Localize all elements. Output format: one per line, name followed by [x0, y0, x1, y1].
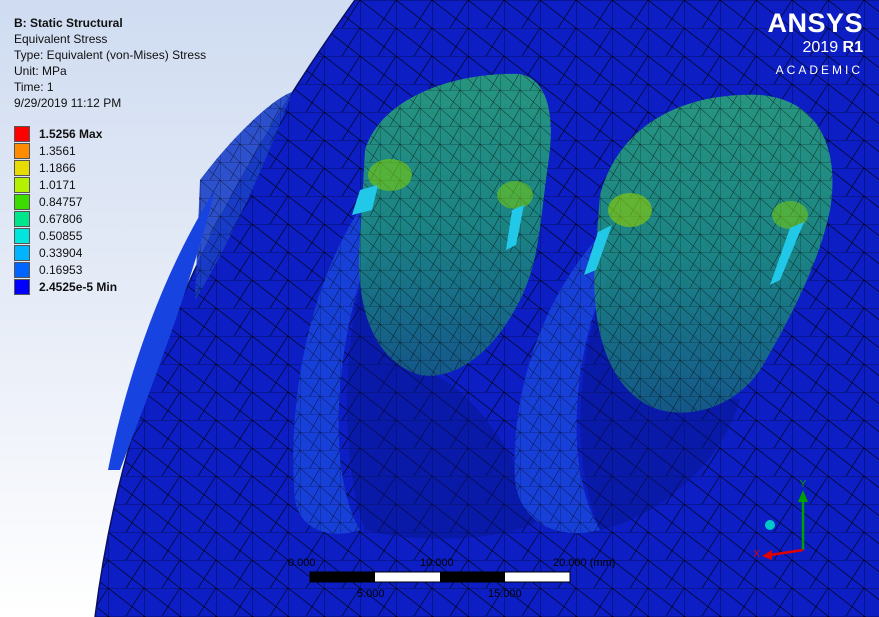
legend-swatch	[14, 126, 30, 142]
legend-label: 1.3561	[39, 144, 76, 158]
ansys-logo: ANSYS 2019 R1 ACADEMIC	[767, 8, 863, 77]
graphics-viewport[interactable]: B: Static Structural Equivalent Stress T…	[0, 0, 879, 617]
result-time: Time: 1	[14, 80, 54, 94]
logo-brand: ANSYS	[767, 8, 863, 38]
legend-swatch	[14, 245, 30, 261]
scale-label-15: 15.000	[488, 588, 522, 600]
result-type-line: Type: Equivalent (von-Mises) Stress	[14, 48, 207, 62]
legend-label: 2.4525e-5 Min	[39, 280, 118, 294]
legend-swatch	[14, 177, 30, 193]
legend-label: 0.50855	[39, 229, 83, 243]
result-type-name: Equivalent Stress	[14, 32, 108, 46]
scale-label-0: 0.000	[288, 557, 316, 569]
result-title: B: Static Structural	[14, 16, 123, 30]
result-info: B: Static Structural Equivalent Stress T…	[14, 15, 206, 111]
legend-label: 1.5256 Max	[39, 127, 103, 141]
legend-swatch	[14, 228, 30, 244]
legend-label: 0.84757	[39, 195, 83, 209]
legend-swatch	[14, 143, 30, 159]
legend-label: 1.0171	[39, 178, 76, 192]
legend-swatch	[14, 160, 30, 176]
legend-label: 0.16953	[39, 263, 83, 277]
result-timestamp: 9/29/2019 11:12 PM	[14, 96, 122, 110]
result-unit: Unit: MPa	[14, 64, 67, 78]
logo-edition: ACADEMIC	[775, 63, 863, 77]
legend-label: 1.1866	[39, 161, 76, 175]
legend-swatch	[14, 211, 30, 227]
scale-label-10: 10.000	[420, 557, 454, 569]
logo-version: 2019 R1	[802, 39, 864, 56]
legend-label: 0.33904	[39, 246, 83, 260]
legend-swatch	[14, 262, 30, 278]
scale-label-5: 5.000	[357, 588, 385, 600]
legend-swatch	[14, 194, 30, 210]
scale-label-20: 20.000 (mm)	[553, 557, 616, 569]
legend-swatch	[14, 279, 30, 295]
legend-label: 0.67806	[39, 212, 83, 226]
